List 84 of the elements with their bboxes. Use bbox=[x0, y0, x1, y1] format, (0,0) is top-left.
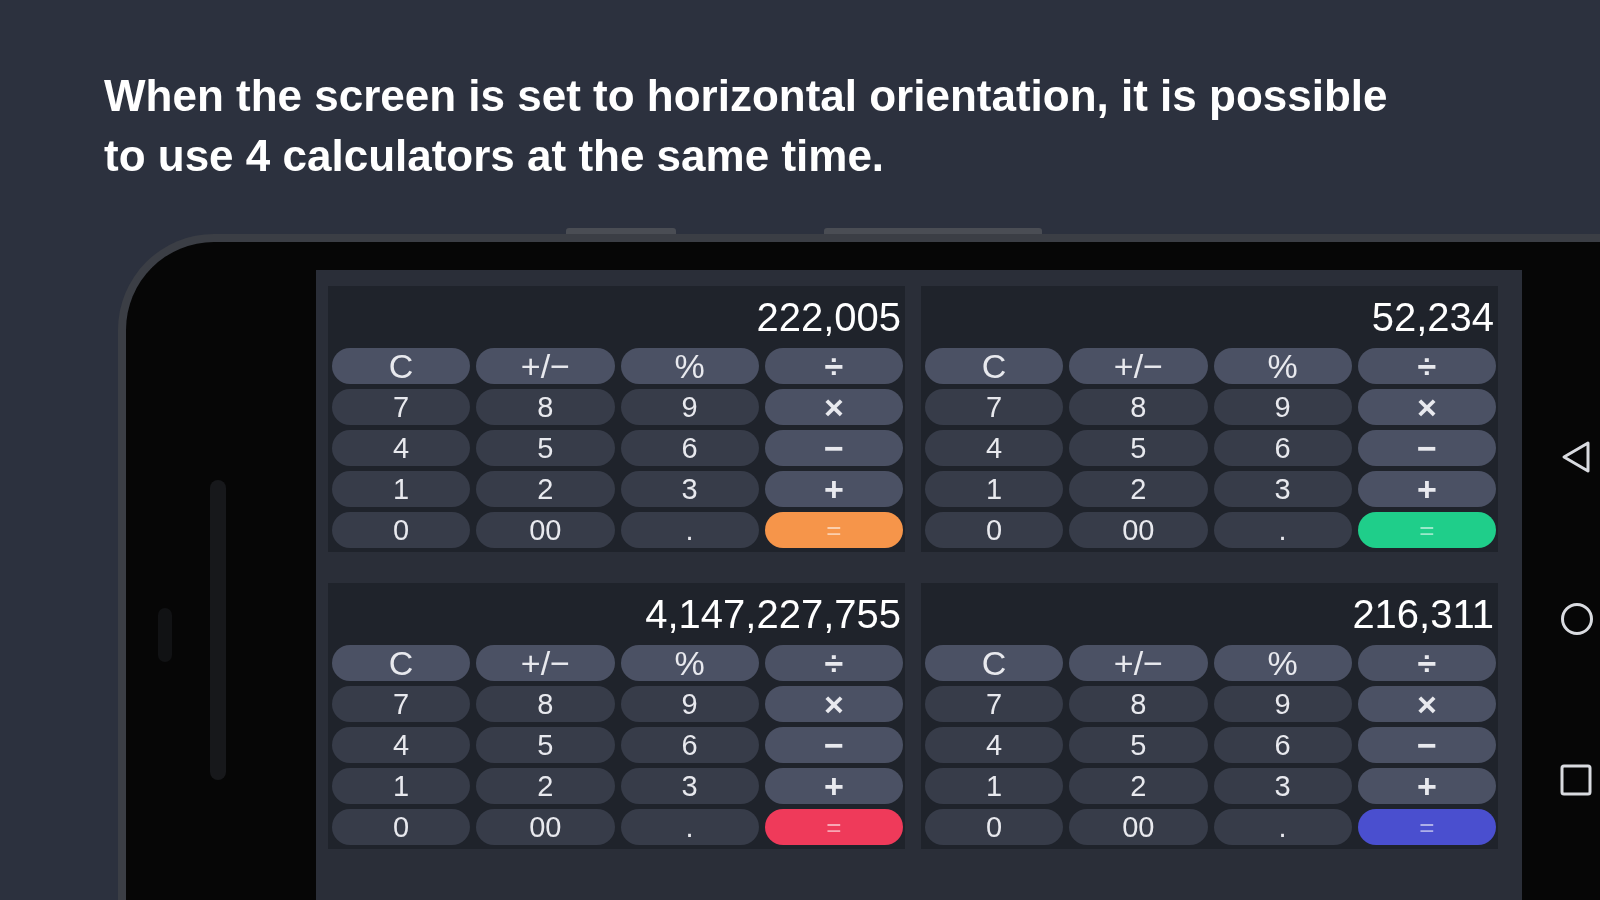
calculator-key[interactable]: 0 bbox=[925, 809, 1064, 845]
calculator-display: 52,234 bbox=[1370, 294, 1495, 341]
calculator-key[interactable]: 00 bbox=[1069, 512, 1208, 548]
calculator-key[interactable]: + bbox=[1357, 768, 1496, 804]
home-icon[interactable] bbox=[1560, 602, 1594, 636]
calculator-key[interactable]: × bbox=[1357, 686, 1496, 722]
calculator-key[interactable]: 5 bbox=[1069, 727, 1208, 763]
calculator-display: 216,311 bbox=[1351, 591, 1495, 638]
calculator-key[interactable]: 1 bbox=[925, 471, 1064, 507]
calculator-key[interactable]: ÷ bbox=[1357, 348, 1496, 384]
calculator-key[interactable]: 6 bbox=[1213, 430, 1352, 466]
calculator-key[interactable]: 7 bbox=[925, 389, 1064, 425]
calculator-key[interactable]: C bbox=[925, 348, 1064, 384]
calculator-key[interactable]: . bbox=[1213, 512, 1352, 548]
calculator-key[interactable]: 6 bbox=[1213, 727, 1352, 763]
calculator-key[interactable]: 6 bbox=[620, 430, 759, 466]
calculator-key[interactable]: 00 bbox=[476, 512, 615, 548]
calculator-key[interactable]: − bbox=[764, 727, 903, 763]
calculator-key[interactable]: C bbox=[332, 348, 471, 384]
calculator-key[interactable]: . bbox=[1213, 809, 1352, 845]
calculator-key[interactable]: 2 bbox=[1069, 471, 1208, 507]
calculator-key[interactable]: 0 bbox=[925, 512, 1064, 548]
headline: When the screen is set to horizontal orientation, it is possible to use 4 calculators at the same time. bbox=[103, 70, 1389, 182]
calculator-key[interactable]: . bbox=[620, 512, 759, 548]
calculator-key[interactable]: 1 bbox=[332, 471, 471, 507]
calculator-key[interactable]: 4 bbox=[332, 727, 471, 763]
calculator-key[interactable]: . bbox=[620, 809, 759, 845]
calculator-key[interactable]: % bbox=[620, 645, 759, 681]
calculator-key[interactable]: × bbox=[764, 686, 903, 722]
calculator-key[interactable]: 00 bbox=[1069, 809, 1208, 845]
calculator-key[interactable]: 0 bbox=[332, 512, 471, 548]
calculator-key[interactable]: 00 bbox=[476, 809, 615, 845]
calculator-key[interactable]: 9 bbox=[620, 389, 759, 425]
calculator-key[interactable]: − bbox=[1357, 727, 1496, 763]
calculator-key[interactable]: 2 bbox=[476, 768, 615, 804]
calculator-key[interactable]: % bbox=[1213, 645, 1352, 681]
calculator-key[interactable]: 6 bbox=[620, 727, 759, 763]
calculator-display: 4,147,227,755 bbox=[644, 591, 902, 638]
calculator-key[interactable]: 1 bbox=[925, 768, 1064, 804]
calculator-key[interactable]: 7 bbox=[332, 389, 471, 425]
calculator-key[interactable]: 2 bbox=[1069, 768, 1208, 804]
calculator-key[interactable]: +/− bbox=[476, 348, 615, 384]
calculator-key[interactable]: 5 bbox=[476, 727, 615, 763]
calculator-key[interactable]: 1 bbox=[332, 768, 471, 804]
calculator-key[interactable]: × bbox=[764, 389, 903, 425]
calculator-key[interactable]: C bbox=[925, 645, 1064, 681]
calculator-key[interactable]: 8 bbox=[1069, 389, 1208, 425]
calculator-key[interactable]: 3 bbox=[1213, 471, 1352, 507]
calculator-key[interactable]: % bbox=[620, 348, 759, 384]
calculator-key[interactable]: 3 bbox=[620, 768, 759, 804]
calculator-key[interactable]: 9 bbox=[1213, 686, 1352, 722]
calculator-key[interactable]: ÷ bbox=[1357, 645, 1496, 681]
calculator-key[interactable]: 8 bbox=[1069, 686, 1208, 722]
calculator-key[interactable]: 2 bbox=[476, 471, 615, 507]
calculator-key[interactable]: 8 bbox=[476, 389, 615, 425]
calculator-display: 222,005 bbox=[755, 294, 902, 341]
calculator-key[interactable]: + bbox=[764, 471, 903, 507]
calculator-key[interactable]: 4 bbox=[925, 727, 1064, 763]
calculator-key[interactable]: +/− bbox=[1069, 645, 1208, 681]
calculator-key[interactable]: 4 bbox=[332, 430, 471, 466]
calculator-key[interactable]: % bbox=[1213, 348, 1352, 384]
calculator-key[interactable]: 0 bbox=[332, 809, 471, 845]
back-icon[interactable] bbox=[1560, 440, 1592, 474]
recents-icon[interactable] bbox=[1560, 764, 1592, 796]
calculator-key[interactable]: 7 bbox=[925, 686, 1064, 722]
calculator-key[interactable]: 9 bbox=[620, 686, 759, 722]
calculator-key[interactable]: 5 bbox=[476, 430, 615, 466]
calculator-key[interactable]: 9 bbox=[1213, 389, 1352, 425]
calculator-key[interactable]: − bbox=[764, 430, 903, 466]
calculator-key[interactable]: C bbox=[332, 645, 471, 681]
calculator-key[interactable]: ÷ bbox=[764, 348, 903, 384]
calculator-key[interactable]: × bbox=[1357, 389, 1496, 425]
calculator-key[interactable]: + bbox=[1357, 471, 1496, 507]
calculator-key[interactable]: 7 bbox=[332, 686, 471, 722]
calculator-key[interactable]: 3 bbox=[1213, 768, 1352, 804]
calculator-key[interactable]: +/− bbox=[476, 645, 615, 681]
calculator-key[interactable]: 3 bbox=[620, 471, 759, 507]
calculator-key[interactable]: +/− bbox=[1069, 348, 1208, 384]
calculator-key[interactable]: + bbox=[764, 768, 903, 804]
calculator-key[interactable]: − bbox=[1357, 430, 1496, 466]
calculator-key[interactable]: 4 bbox=[925, 430, 1064, 466]
calculator-key[interactable]: 8 bbox=[476, 686, 615, 722]
calculator-key[interactable]: 5 bbox=[1069, 430, 1208, 466]
calculator-key[interactable]: ÷ bbox=[764, 645, 903, 681]
